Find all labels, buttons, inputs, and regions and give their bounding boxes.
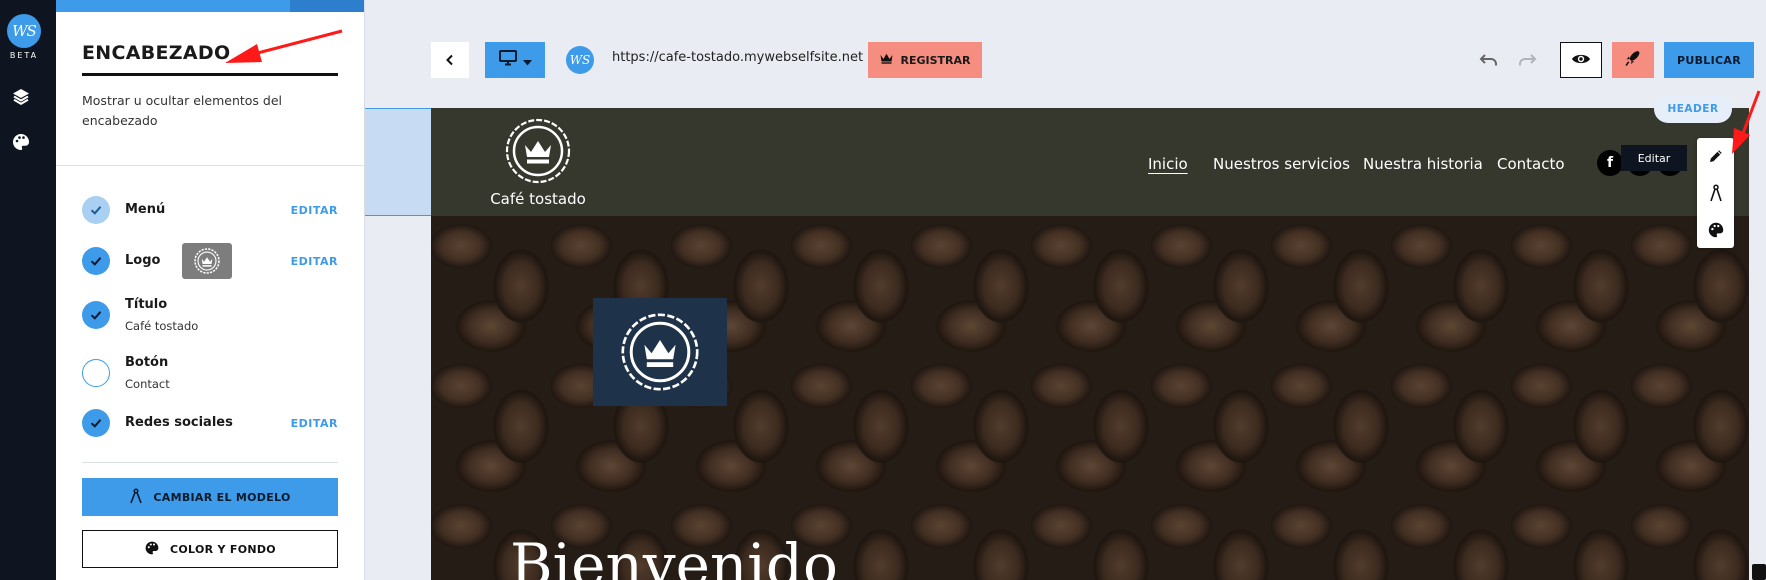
- palette-icon[interactable]: [1697, 212, 1734, 248]
- toggle-row-button: Botón Contact: [82, 355, 338, 395]
- toggle-row-menu: Menú EDITAR: [82, 196, 338, 224]
- boost-button[interactable]: [1612, 42, 1654, 78]
- button-value: Contact: [125, 377, 170, 391]
- logo-label: Logo: [125, 253, 161, 268]
- rocket-icon: [1625, 49, 1641, 71]
- menu-label: Menú: [125, 202, 166, 217]
- change-model-button[interactable]: CAMBIAR EL MODELO: [82, 478, 338, 516]
- menu-edit-link[interactable]: EDITAR: [291, 204, 338, 217]
- nav-link-contacto[interactable]: Contacto: [1497, 155, 1565, 173]
- header-settings-panel: ENCABEZADO Mostrar u ocultar elementos d…: [56, 0, 365, 580]
- register-button[interactable]: REGISTRAR: [868, 42, 982, 78]
- pencil-icon[interactable]: [1697, 138, 1734, 174]
- section-tools: [1697, 138, 1734, 248]
- left-rail: WS BETA: [0, 0, 56, 580]
- crown-seal-logo: [503, 116, 573, 186]
- title-underline: [82, 73, 338, 76]
- undo-icon[interactable]: [1479, 48, 1499, 72]
- device-selector[interactable]: [485, 42, 545, 78]
- divider: [56, 165, 364, 166]
- site-url[interactable]: https://cafe-tostado.mywebselfsite.net: [612, 50, 863, 65]
- webself-logo[interactable]: WS: [7, 14, 41, 48]
- publish-button[interactable]: PUBLICAR: [1664, 42, 1754, 78]
- social-edit-link[interactable]: EDITAR: [291, 417, 338, 430]
- logo-edit-link[interactable]: EDITAR: [291, 255, 338, 268]
- change-model-label: CAMBIAR EL MODELO: [153, 490, 291, 504]
- panel-title: ENCABEZADO: [82, 42, 231, 64]
- compass-icon[interactable]: [1697, 175, 1734, 211]
- back-button[interactable]: [431, 42, 469, 78]
- desktop-icon: [498, 50, 517, 70]
- toggle-row-title: Título Café tostado: [82, 297, 338, 337]
- divider: [82, 462, 338, 463]
- canvas-scrollbar[interactable]: [1749, 108, 1766, 580]
- title-label: Título: [125, 297, 168, 312]
- button-label: Botón: [125, 355, 169, 370]
- social-label: Redes sociales: [125, 415, 233, 430]
- preview-button[interactable]: [1560, 42, 1602, 78]
- corner-widget[interactable]: [1752, 564, 1766, 580]
- site-favicon: WS: [566, 46, 594, 74]
- button-checkbox[interactable]: [82, 359, 110, 387]
- chevron-down-icon: [522, 51, 532, 70]
- nav-link-servicios[interactable]: Nuestros servicios: [1213, 155, 1350, 173]
- eye-icon: [1571, 51, 1591, 70]
- color-background-label: COLOR Y FONDO: [170, 542, 276, 556]
- menu-checkbox[interactable]: [82, 196, 110, 224]
- layers-icon[interactable]: [9, 85, 33, 109]
- palette-icon[interactable]: [9, 130, 33, 154]
- hero-logo[interactable]: [593, 298, 727, 406]
- edit-tooltip: Editar: [1621, 145, 1687, 171]
- brand-name: Café tostado: [490, 190, 586, 208]
- title-checkbox[interactable]: [82, 301, 110, 329]
- beta-label: BETA: [9, 51, 39, 60]
- register-label: REGISTRAR: [900, 53, 971, 67]
- nav-link-inicio[interactable]: Inicio: [1148, 155, 1188, 173]
- back-chevron-icon: [445, 51, 455, 70]
- hero-title[interactable]: Bienvenido: [510, 530, 838, 580]
- toggle-row-social: Redes sociales EDITAR: [82, 409, 338, 437]
- crown-icon: [880, 53, 893, 67]
- facebook-icon[interactable]: f: [1597, 150, 1623, 176]
- nav-link-historia[interactable]: Nuestra historia: [1363, 155, 1483, 173]
- color-background-button[interactable]: COLOR Y FONDO: [82, 530, 338, 568]
- title-value: Café tostado: [125, 319, 199, 333]
- site-header[interactable]: Café tostado Inicio Nuestros servicios N…: [431, 108, 1749, 216]
- toggle-row-logo: Logo EDITAR: [82, 243, 338, 279]
- section-badge: HEADER: [1654, 95, 1732, 123]
- panel-description: Mostrar u ocultar elementos del encabeza…: [82, 93, 283, 128]
- panel-top-bar: [56, 0, 364, 12]
- compass-icon: [129, 487, 143, 507]
- logo-thumbnail[interactable]: [182, 243, 232, 279]
- logo-checkbox[interactable]: [82, 247, 110, 275]
- palette-icon: [144, 540, 160, 559]
- redo-icon[interactable]: [1517, 48, 1537, 72]
- site-brand[interactable]: Café tostado: [483, 116, 593, 208]
- social-checkbox[interactable]: [82, 409, 110, 437]
